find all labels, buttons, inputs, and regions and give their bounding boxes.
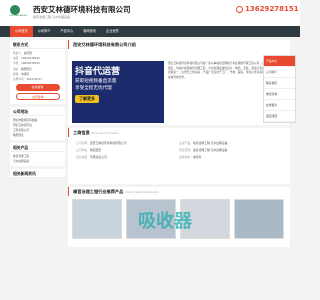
nav-products[interactable]: 产品中心 [56,26,79,37]
product-image[interactable] [234,199,284,239]
header-phone[interactable]: 13629278151 [245,5,299,13]
message-button[interactable]: 在线留言 [15,84,60,92]
float-item-message[interactable]: 在线留言 [264,100,295,111]
product-image[interactable] [72,199,122,239]
float-item-products[interactable]: 产品中心 [264,56,295,67]
floating-menu: 产品中心 公司简介 联系我们 电话咨询 在线留言 返回顶部 [263,55,296,123]
address-box: 公司地址 西安市雁塔区科技路 西安艾林德环境 工程有限公司 陕西西安 [10,107,65,141]
news-title: 相关新闻资讯 [10,169,65,179]
company-logo-icon[interactable] [10,5,20,15]
banner-line: 获取短视频垂直流量 [75,79,117,84]
news-box: 相关新闻资讯 [10,169,65,179]
logo-text: YONGJIAHUANJING [9,15,28,17]
float-item-phone[interactable]: 电话咨询 [264,89,295,100]
contact-box: 联系方式 联系人：秦经理 电话：13629278151 手机：136292781… [10,40,65,105]
nav-qualification[interactable]: 企业资质 [101,26,124,37]
ad-banner[interactable]: 抖音代运营 获取短视频垂直流量 享受全程无忧代理 了解更多 [72,61,164,123]
intro-section: 西安艾林德环境科技有限公司介绍 抖音代运营 获取短视频垂直流量 享受全程无忧代理… [68,40,290,125]
call-button[interactable]: 立即咨询 [15,93,60,101]
nav-home[interactable]: 公司首页 [10,26,33,37]
category-box: 相关产品 噪音治理工程 污水处理设备 [10,143,65,167]
banner-more-button[interactable]: 了解更多 [75,95,99,103]
info-title: 工商信息 Business Information [68,128,290,137]
address-line: 陕西西安 [13,133,24,138]
category-link[interactable]: 污水处理设备 [13,159,62,164]
banner-title: 抖音代运营 [75,67,121,77]
float-item-about[interactable]: 公司简介 [264,67,295,78]
address-title: 公司地址 [10,107,65,117]
float-item-top[interactable]: 返回顶部 [264,111,295,122]
info-cell: 公司名称：西安艾林德环境科技有限公司 [76,141,127,145]
category-title: 相关产品 [10,143,65,153]
site-header: YONGJIAHUANJING 西安艾林德环境科技有限公司 噪音治理工程,污水处… [0,0,300,26]
products-title: 噪音治理工程行业推荐产品 Product Recommendation [68,187,290,196]
intro-title: 西安艾林德环境科技有限公司介绍 [68,40,290,49]
info-cell: 主营产品：噪音治理工程,污水处理设备 [179,141,228,145]
company-name[interactable]: 西安艾林德环境科技有限公司 [33,4,131,15]
main-nav: 公司首页 公司简介 产品中心 新闻资讯 企业资质 [0,26,300,37]
sidebar: 联系方式 联系人：秦经理 电话：13629278151 手机：136292781… [10,40,65,181]
float-item-contact[interactable]: 联系我们 [264,78,295,89]
products-section: 噪音治理工程行业推荐产品 Product Recommendation 吸收器 [68,187,290,247]
contact-row: 注册时间：2023-06-07 [13,77,43,82]
company-subtitle: 噪音治理工程,污水处理设备 [33,15,70,19]
banner-line: 享受全程无忧代理 [75,86,112,91]
phone-icon [236,6,243,13]
nav-news[interactable]: 新闻资讯 [78,26,101,37]
contact-title: 联系方式 [10,40,65,49]
info-cell: 经营范围：噪音治理工程,污水处理设备 [179,148,228,152]
business-info-section: 工商信息 Business Information 公司名称：西安艾林德环境科技有… [68,128,290,184]
nav-about[interactable]: 公司简介 [33,26,56,37]
info-cell: 企业类型：有限责任公司 [76,155,107,159]
watermark-text: 吸收器 [138,211,192,232]
info-cell: 注册资本：未填写 [179,155,202,159]
info-cell: 公司地址：陕西西安 [76,148,102,152]
main-content: 西安艾林德环境科技有限公司介绍 抖音代运营 获取短视频垂直流量 享受全程无忧代理… [68,40,290,250]
